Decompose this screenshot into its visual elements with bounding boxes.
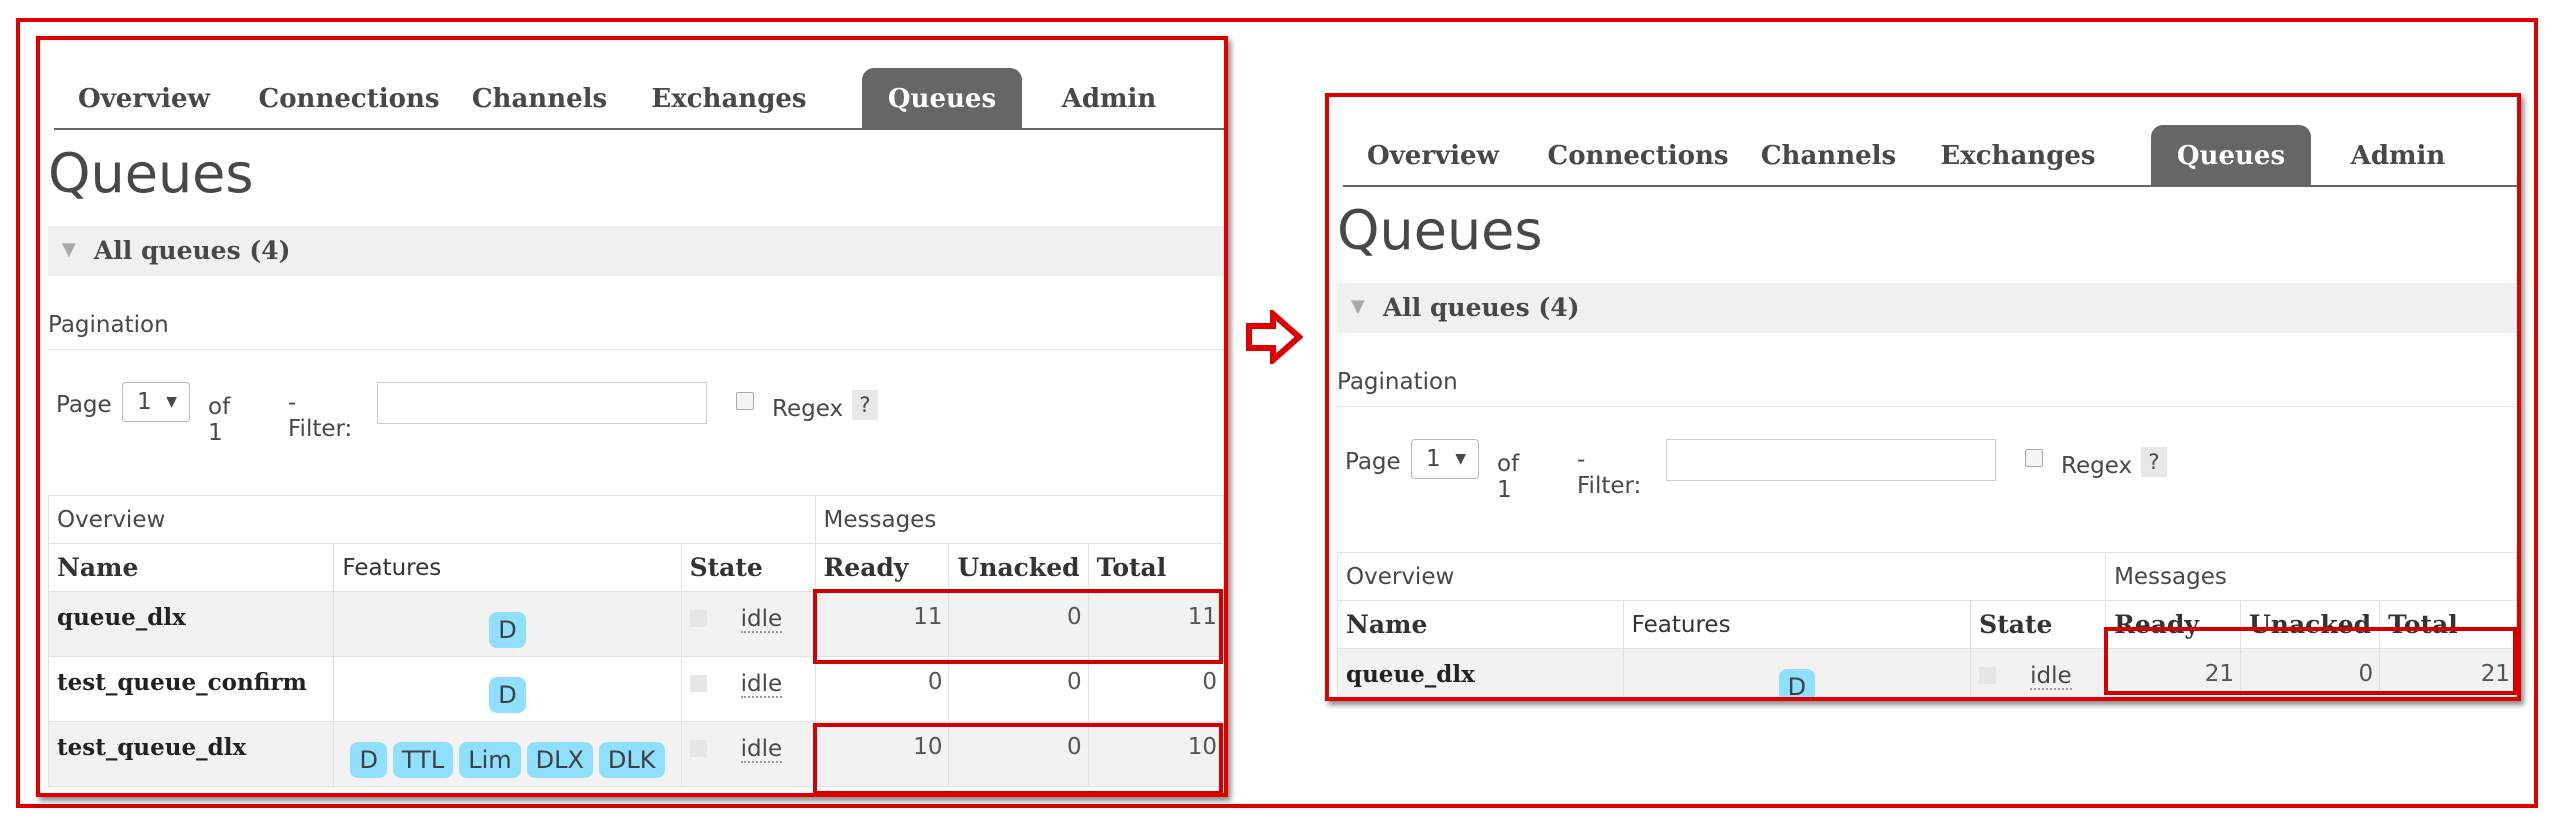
col-header-features: Features (1622, 600, 1972, 649)
before-panel: Overview Connections Channels Exchanges … (36, 36, 1228, 797)
tab-exchanges[interactable]: Exchanges (1923, 125, 2113, 185)
dropdown-arrow-icon: ▼ (166, 394, 177, 410)
state-indicator-icon (689, 610, 707, 627)
section-label: All queues (4) (93, 236, 291, 265)
pagination-label: Pagination (1337, 369, 1458, 395)
filter-input[interactable] (377, 382, 707, 424)
after-panel: Overview Connections Channels Exchanges … (1325, 93, 2521, 701)
regex-label: Regex (772, 396, 844, 422)
queue-name-link[interactable]: test_queue_confirm (47, 656, 335, 722)
features-cell: D (333, 656, 682, 722)
state-cell: idle (680, 591, 816, 657)
pagination-label: Pagination (48, 312, 169, 338)
ready-count: 0 (814, 656, 950, 722)
col-header-unacked[interactable]: Unacked (948, 543, 1089, 592)
section-label: All queues (4) (1382, 293, 1580, 322)
col-header-state[interactable]: State (1970, 600, 2107, 649)
feature-badge: D (489, 677, 526, 713)
page-select-value: 1 (137, 389, 152, 415)
filter-label: - Filter: (1577, 447, 1642, 499)
tab-channels[interactable]: Channels (462, 68, 617, 128)
feature-badge: DLK (598, 742, 665, 778)
collapse-triangle-icon: ▼ (62, 238, 76, 260)
tab-overview[interactable]: Overview (54, 68, 234, 128)
regex-checkbox[interactable] (736, 392, 754, 410)
group-header-overview: Overview (48, 495, 816, 544)
feature-badge: D (350, 742, 387, 778)
help-button[interactable]: ? (2141, 447, 2167, 477)
state-cell: idle (680, 721, 816, 787)
state-text: idle (740, 736, 783, 763)
regex-label: Regex (2061, 453, 2133, 479)
col-header-ready[interactable]: Ready (814, 543, 950, 592)
group-header-messages: Messages (814, 495, 1224, 544)
page-select-value: 1 (1426, 446, 1441, 472)
right-arrow-icon (1246, 310, 1303, 364)
feature-badge: DLX (526, 742, 593, 778)
col-header-total[interactable]: Total (1087, 543, 1224, 592)
features-cell: D TTL Lim DLX DLK (333, 721, 682, 787)
col-header-state[interactable]: State (680, 543, 816, 592)
state-text: idle (2030, 663, 2072, 690)
highlight-box (2104, 627, 2517, 695)
feature-badge: TTL (392, 742, 454, 778)
nav-tabs: Overview Connections Channels Exchanges … (1343, 125, 2517, 187)
filter-input[interactable] (1666, 439, 1996, 481)
col-header-name[interactable]: Name (1337, 600, 1624, 649)
page-select[interactable]: 1 ▼ (122, 382, 190, 422)
tab-admin[interactable]: Admin (2328, 125, 2468, 185)
page-word: Page (1345, 449, 1401, 475)
queue-name-link[interactable]: queue_dlx (1337, 648, 1624, 697)
col-header-features: Features (333, 543, 682, 592)
group-header-messages: Messages (2105, 552, 2517, 601)
features-cell: D (1622, 648, 1972, 697)
feature-badge: D (489, 612, 526, 648)
dropdown-arrow-icon: ▼ (1455, 451, 1466, 467)
divider (1337, 406, 2517, 407)
state-text: idle (740, 671, 783, 698)
page-title: Queues (48, 142, 254, 205)
tab-connections[interactable]: Connections (254, 68, 444, 128)
table-row: test_queue_confirm D idle 0 0 0 (47, 656, 1224, 722)
tab-queues[interactable]: Queues (862, 68, 1022, 128)
page-title: Queues (1337, 199, 1543, 262)
help-button[interactable]: ? (852, 390, 878, 420)
page-count: of 1 (208, 394, 231, 446)
state-indicator-icon (1979, 667, 1997, 684)
highlight-box (813, 723, 1223, 793)
collapse-triangle-icon: ▼ (1351, 295, 1365, 317)
regex-checkbox[interactable] (2025, 449, 2043, 467)
total-count: 0 (1087, 656, 1224, 722)
tab-exchanges[interactable]: Exchanges (634, 68, 824, 128)
all-queues-toggle[interactable]: ▼ All queues (4) (1337, 283, 2517, 333)
queue-name-link[interactable]: test_queue_dlx (47, 721, 335, 787)
page-select[interactable]: 1 ▼ (1411, 439, 1479, 479)
tab-overview[interactable]: Overview (1343, 125, 1523, 185)
divider (48, 349, 1224, 350)
col-header-name[interactable]: Name (47, 543, 335, 592)
unacked-count: 0 (948, 656, 1089, 722)
tab-admin[interactable]: Admin (1039, 68, 1179, 128)
page-count: of 1 (1497, 451, 1520, 503)
nav-tabs: Overview Connections Channels Exchanges … (54, 68, 1224, 130)
state-indicator-icon (689, 675, 707, 692)
state-cell: idle (1970, 648, 2107, 697)
tab-queues[interactable]: Queues (2151, 125, 2311, 185)
all-queues-toggle[interactable]: ▼ All queues (4) (48, 226, 1224, 276)
filter-label: - Filter: (288, 390, 353, 442)
state-text: idle (740, 606, 783, 633)
group-header-overview: Overview (1336, 552, 2107, 601)
feature-badge: Lim (459, 742, 521, 778)
tab-connections[interactable]: Connections (1543, 125, 1733, 185)
highlight-box (813, 589, 1223, 664)
tab-channels[interactable]: Channels (1751, 125, 1906, 185)
queue-name-link[interactable]: queue_dlx (47, 591, 335, 657)
features-cell: D (333, 591, 682, 657)
page-word: Page (56, 392, 112, 418)
state-cell: idle (680, 656, 816, 722)
feature-badge: D (1778, 669, 1816, 697)
state-indicator-icon (689, 740, 707, 757)
